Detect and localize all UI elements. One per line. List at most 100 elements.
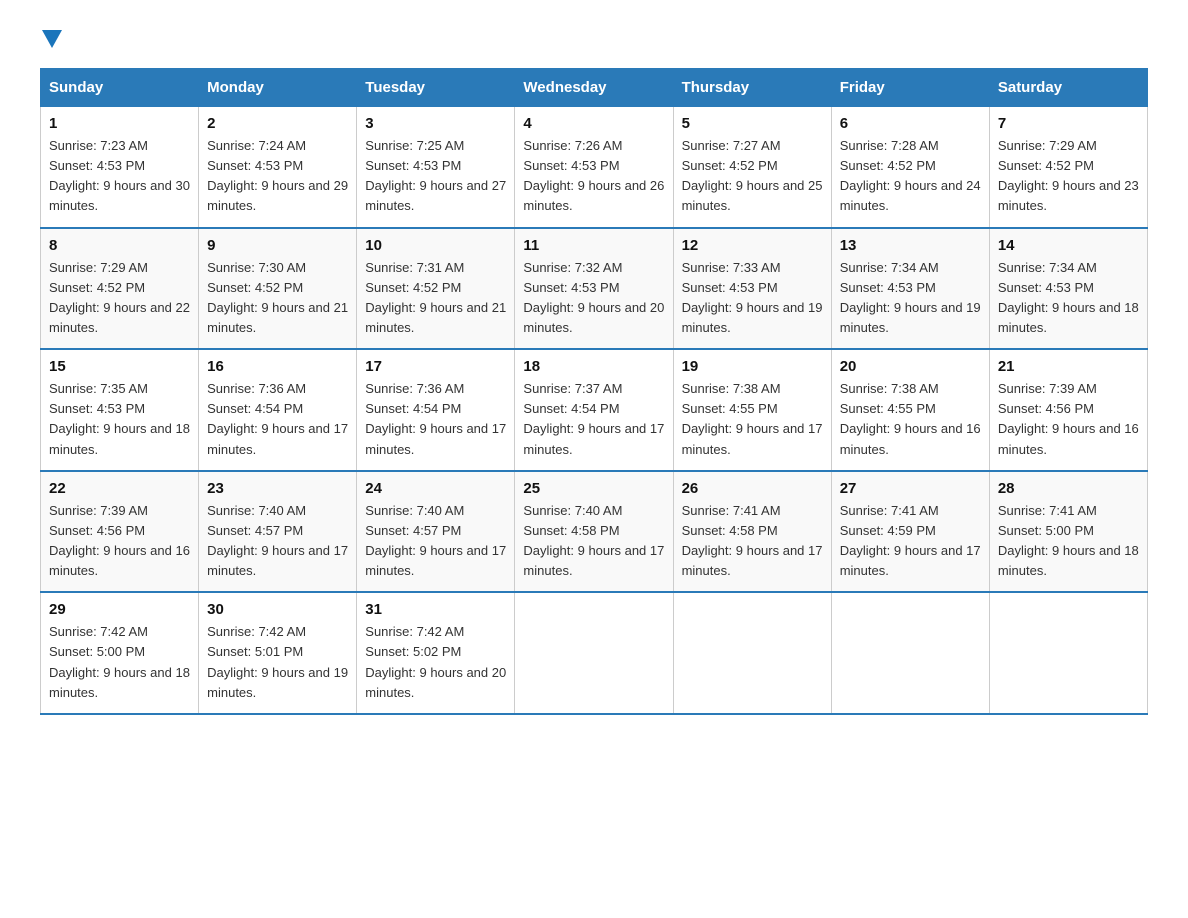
calendar-cell: 4 Sunrise: 7:26 AMSunset: 4:53 PMDayligh… [515, 107, 673, 228]
day-number: 26 [682, 480, 823, 497]
header-saturday: Saturday [989, 69, 1147, 107]
day-info: Sunrise: 7:26 AMSunset: 4:53 PMDaylight:… [523, 138, 664, 213]
day-number: 17 [365, 358, 506, 375]
day-number: 3 [365, 115, 506, 132]
calendar-cell: 11 Sunrise: 7:32 AMSunset: 4:53 PMDaylig… [515, 228, 673, 350]
calendar-cell [989, 592, 1147, 714]
day-info: Sunrise: 7:41 AMSunset: 4:59 PMDaylight:… [840, 503, 981, 578]
day-info: Sunrise: 7:30 AMSunset: 4:52 PMDaylight:… [207, 260, 348, 335]
day-info: Sunrise: 7:36 AMSunset: 4:54 PMDaylight:… [365, 381, 506, 456]
day-info: Sunrise: 7:31 AMSunset: 4:52 PMDaylight:… [365, 260, 506, 335]
day-info: Sunrise: 7:42 AMSunset: 5:00 PMDaylight:… [49, 624, 190, 699]
week-row-1: 1 Sunrise: 7:23 AMSunset: 4:53 PMDayligh… [41, 107, 1148, 228]
header-thursday: Thursday [673, 69, 831, 107]
day-info: Sunrise: 7:42 AMSunset: 5:02 PMDaylight:… [365, 624, 506, 699]
header-friday: Friday [831, 69, 989, 107]
calendar-cell: 25 Sunrise: 7:40 AMSunset: 4:58 PMDaylig… [515, 471, 673, 593]
calendar-cell: 24 Sunrise: 7:40 AMSunset: 4:57 PMDaylig… [357, 471, 515, 593]
day-info: Sunrise: 7:35 AMSunset: 4:53 PMDaylight:… [49, 381, 190, 456]
day-number: 21 [998, 358, 1139, 375]
day-info: Sunrise: 7:29 AMSunset: 4:52 PMDaylight:… [998, 138, 1139, 213]
calendar-header-row: SundayMondayTuesdayWednesdayThursdayFrid… [41, 69, 1148, 107]
day-number: 7 [998, 115, 1139, 132]
day-info: Sunrise: 7:40 AMSunset: 4:58 PMDaylight:… [523, 503, 664, 578]
day-number: 25 [523, 480, 664, 497]
calendar-cell [673, 592, 831, 714]
calendar-cell: 22 Sunrise: 7:39 AMSunset: 4:56 PMDaylig… [41, 471, 199, 593]
day-number: 15 [49, 358, 190, 375]
calendar-cell: 21 Sunrise: 7:39 AMSunset: 4:56 PMDaylig… [989, 349, 1147, 471]
day-number: 23 [207, 480, 348, 497]
day-number: 12 [682, 237, 823, 254]
day-info: Sunrise: 7:40 AMSunset: 4:57 PMDaylight:… [207, 503, 348, 578]
calendar-cell: 16 Sunrise: 7:36 AMSunset: 4:54 PMDaylig… [199, 349, 357, 471]
day-info: Sunrise: 7:25 AMSunset: 4:53 PMDaylight:… [365, 138, 506, 213]
day-info: Sunrise: 7:41 AMSunset: 4:58 PMDaylight:… [682, 503, 823, 578]
header-tuesday: Tuesday [357, 69, 515, 107]
calendar-cell: 13 Sunrise: 7:34 AMSunset: 4:53 PMDaylig… [831, 228, 989, 350]
day-number: 19 [682, 358, 823, 375]
day-number: 2 [207, 115, 348, 132]
week-row-3: 15 Sunrise: 7:35 AMSunset: 4:53 PMDaylig… [41, 349, 1148, 471]
week-row-2: 8 Sunrise: 7:29 AMSunset: 4:52 PMDayligh… [41, 228, 1148, 350]
day-info: Sunrise: 7:33 AMSunset: 4:53 PMDaylight:… [682, 260, 823, 335]
day-number: 20 [840, 358, 981, 375]
calendar-cell: 8 Sunrise: 7:29 AMSunset: 4:52 PMDayligh… [41, 228, 199, 350]
day-info: Sunrise: 7:37 AMSunset: 4:54 PMDaylight:… [523, 381, 664, 456]
day-number: 31 [365, 601, 506, 618]
header-sunday: Sunday [41, 69, 199, 107]
day-info: Sunrise: 7:34 AMSunset: 4:53 PMDaylight:… [998, 260, 1139, 335]
day-number: 24 [365, 480, 506, 497]
calendar-cell: 19 Sunrise: 7:38 AMSunset: 4:55 PMDaylig… [673, 349, 831, 471]
day-number: 27 [840, 480, 981, 497]
calendar-cell: 28 Sunrise: 7:41 AMSunset: 5:00 PMDaylig… [989, 471, 1147, 593]
day-number: 16 [207, 358, 348, 375]
day-info: Sunrise: 7:38 AMSunset: 4:55 PMDaylight:… [840, 381, 981, 456]
day-number: 30 [207, 601, 348, 618]
day-info: Sunrise: 7:34 AMSunset: 4:53 PMDaylight:… [840, 260, 981, 335]
calendar-cell: 5 Sunrise: 7:27 AMSunset: 4:52 PMDayligh… [673, 107, 831, 228]
header-monday: Monday [199, 69, 357, 107]
calendar-cell: 12 Sunrise: 7:33 AMSunset: 4:53 PMDaylig… [673, 228, 831, 350]
calendar-cell: 1 Sunrise: 7:23 AMSunset: 4:53 PMDayligh… [41, 107, 199, 228]
day-number: 11 [523, 237, 664, 254]
calendar-cell: 23 Sunrise: 7:40 AMSunset: 4:57 PMDaylig… [199, 471, 357, 593]
calendar-cell: 6 Sunrise: 7:28 AMSunset: 4:52 PMDayligh… [831, 107, 989, 228]
calendar-cell [831, 592, 989, 714]
calendar-cell: 3 Sunrise: 7:25 AMSunset: 4:53 PMDayligh… [357, 107, 515, 228]
day-info: Sunrise: 7:39 AMSunset: 4:56 PMDaylight:… [998, 381, 1139, 456]
day-number: 29 [49, 601, 190, 618]
calendar-cell: 26 Sunrise: 7:41 AMSunset: 4:58 PMDaylig… [673, 471, 831, 593]
calendar-cell: 20 Sunrise: 7:38 AMSunset: 4:55 PMDaylig… [831, 349, 989, 471]
day-number: 4 [523, 115, 664, 132]
day-info: Sunrise: 7:42 AMSunset: 5:01 PMDaylight:… [207, 624, 348, 699]
day-number: 10 [365, 237, 506, 254]
calendar-cell: 14 Sunrise: 7:34 AMSunset: 4:53 PMDaylig… [989, 228, 1147, 350]
day-info: Sunrise: 7:32 AMSunset: 4:53 PMDaylight:… [523, 260, 664, 335]
logo [40, 30, 64, 50]
calendar-cell: 9 Sunrise: 7:30 AMSunset: 4:52 PMDayligh… [199, 228, 357, 350]
calendar-cell: 10 Sunrise: 7:31 AMSunset: 4:52 PMDaylig… [357, 228, 515, 350]
day-number: 13 [840, 237, 981, 254]
day-info: Sunrise: 7:23 AMSunset: 4:53 PMDaylight:… [49, 138, 190, 213]
calendar-cell: 15 Sunrise: 7:35 AMSunset: 4:53 PMDaylig… [41, 349, 199, 471]
calendar-cell: 31 Sunrise: 7:42 AMSunset: 5:02 PMDaylig… [357, 592, 515, 714]
calendar-cell [515, 592, 673, 714]
calendar-cell: 30 Sunrise: 7:42 AMSunset: 5:01 PMDaylig… [199, 592, 357, 714]
week-row-4: 22 Sunrise: 7:39 AMSunset: 4:56 PMDaylig… [41, 471, 1148, 593]
calendar-cell: 7 Sunrise: 7:29 AMSunset: 4:52 PMDayligh… [989, 107, 1147, 228]
day-info: Sunrise: 7:40 AMSunset: 4:57 PMDaylight:… [365, 503, 506, 578]
day-info: Sunrise: 7:38 AMSunset: 4:55 PMDaylight:… [682, 381, 823, 456]
day-info: Sunrise: 7:24 AMSunset: 4:53 PMDaylight:… [207, 138, 348, 213]
calendar-cell: 2 Sunrise: 7:24 AMSunset: 4:53 PMDayligh… [199, 107, 357, 228]
day-info: Sunrise: 7:36 AMSunset: 4:54 PMDaylight:… [207, 381, 348, 456]
day-number: 28 [998, 480, 1139, 497]
day-number: 9 [207, 237, 348, 254]
calendar-cell: 17 Sunrise: 7:36 AMSunset: 4:54 PMDaylig… [357, 349, 515, 471]
week-row-5: 29 Sunrise: 7:42 AMSunset: 5:00 PMDaylig… [41, 592, 1148, 714]
header-wednesday: Wednesday [515, 69, 673, 107]
page-header [40, 30, 1148, 50]
calendar-cell: 29 Sunrise: 7:42 AMSunset: 5:00 PMDaylig… [41, 592, 199, 714]
day-info: Sunrise: 7:41 AMSunset: 5:00 PMDaylight:… [998, 503, 1139, 578]
logo-arrow-icon [42, 30, 62, 48]
